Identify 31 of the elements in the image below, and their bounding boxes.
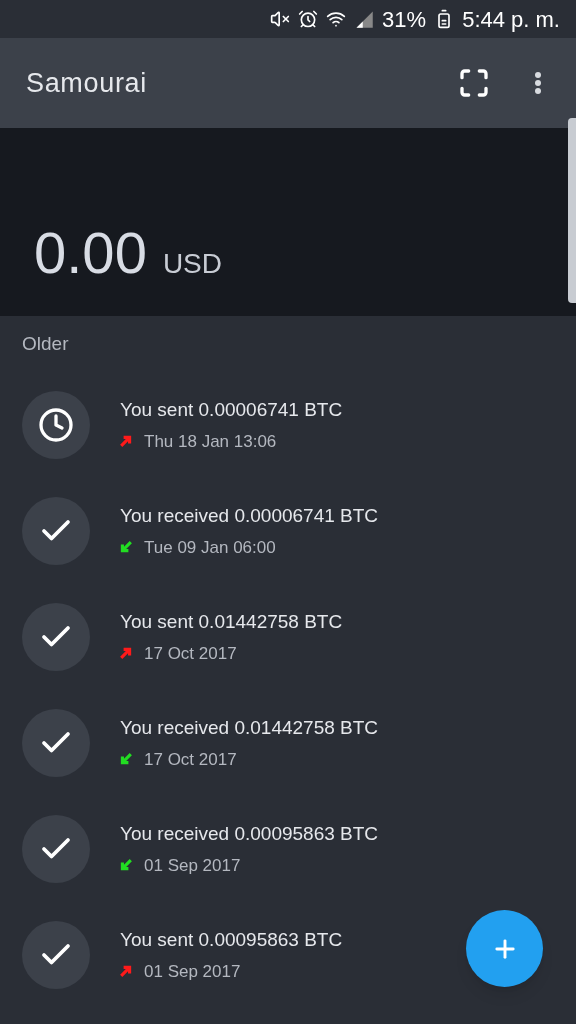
transaction-amount: You sent 0.01442758 BTC: [120, 610, 343, 634]
transaction-amount: You received 0.00006741 BTC: [120, 504, 379, 528]
transaction-date: 01 Sep 2017: [144, 960, 241, 983]
transaction-amount: You received 0.01442758 BTC: [120, 716, 379, 740]
signal-icon: [354, 9, 375, 29]
transaction-row[interactable]: You sent 0.01442758 BTC 17 Oct 2017: [0, 584, 576, 690]
transaction-date: 17 Oct 2017: [144, 642, 237, 665]
alarm-icon: [298, 9, 319, 29]
transaction-date: Thu 18 Jan 13:06: [144, 430, 277, 453]
more-icon: [535, 72, 541, 94]
balance-currency: USD: [162, 250, 222, 281]
transaction-row[interactable]: You received 0.00095863 BTC 01 Sep 2017: [0, 796, 576, 902]
transaction-row[interactable]: You received 0.01442758 BTC 17 Oct 2017: [0, 690, 576, 796]
transaction-amount: You sent 0.00095863 BTC: [120, 928, 343, 952]
battery-percent: 31%: [382, 5, 427, 34]
transaction-row[interactable]: You sent 0.00006741 BTC Thu 18 Jan 13:06: [0, 372, 576, 478]
transaction-date: 17 Oct 2017: [144, 748, 237, 771]
transaction-row[interactable]: You sent 0.00095863 BTC 01 Sep 2017: [0, 902, 576, 1008]
balance-amount: 0.00: [34, 224, 147, 282]
transaction-amount: You sent 0.00006741 BTC: [120, 398, 343, 422]
clock-time: 5:44 p. m.: [462, 5, 560, 34]
transaction-amount: You received 0.00095863 BTC: [120, 822, 379, 846]
wifi-icon: [326, 9, 347, 29]
transaction-date: Tue 09 Jan 06:00: [144, 536, 276, 559]
section-header: Older: [22, 331, 69, 356]
mute-icon: [270, 9, 291, 29]
transaction-date: 01 Sep 2017: [144, 854, 241, 877]
clock-icon: [38, 407, 74, 443]
scan-icon: [458, 67, 490, 99]
app-title: Samourai: [26, 66, 148, 100]
transaction-row[interactable]: You received 0.00006741 BTC Tue 09 Jan 06:00: [0, 478, 576, 584]
